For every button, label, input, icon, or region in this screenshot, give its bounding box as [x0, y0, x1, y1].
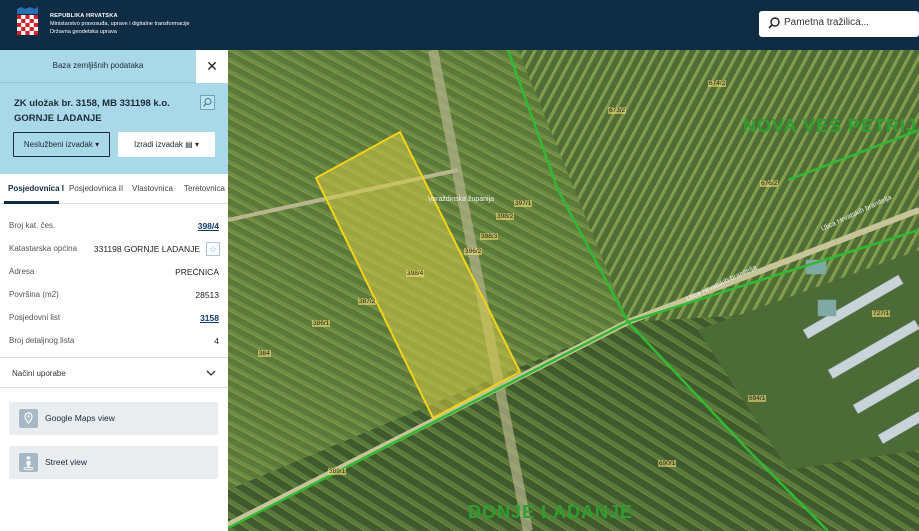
detail-key: Broj detaljnog lista: [9, 336, 75, 345]
parcel-label[interactable]: 694/1: [748, 395, 767, 402]
tab-posjedovnica-2[interactable]: Posjedovnica II: [69, 184, 123, 193]
usage-methods-accordion[interactable]: Načini uporabe: [0, 357, 228, 388]
unofficial-extract-label: Neslužbeni izvadak: [23, 140, 93, 149]
parcel-label[interactable]: 386/1: [312, 320, 331, 327]
parcel-info-panel: Baza zemljišnih podataka ✕ ZK uložak br.…: [0, 50, 228, 531]
caret-down-icon: ▾: [194, 140, 199, 149]
magnifier-icon: [203, 97, 212, 107]
close-button[interactable]: ✕: [196, 50, 228, 83]
close-icon: ✕: [206, 58, 218, 74]
cadastral-map[interactable]: Varaždinska županija Ulica Hrvatskih bra…: [228, 50, 919, 531]
create-extract-label: Izradi izvadak: [134, 140, 183, 149]
google-maps-view-button[interactable]: Google Maps view: [9, 402, 218, 435]
parcel-label[interactable]: 398/4: [406, 270, 425, 277]
detail-row-area: Površina (m2) 28513: [0, 285, 228, 307]
record-tabs: Posjedovnica I Posjedovnica II Vlastovni…: [0, 174, 228, 204]
detail-row-parcel-number: Broj kat. čes. 398/4: [0, 216, 228, 238]
detail-key: Posjedovni list: [9, 313, 61, 322]
parcel-label[interactable]: 673/2: [608, 107, 627, 114]
street-view-label: Street view: [45, 457, 88, 467]
org-line-1: REPUBLIKA HRVATSKA: [50, 13, 118, 19]
detail-row-possession-sheet: Posjedovni list 3158: [0, 308, 228, 330]
detail-value: PREĆNICA: [175, 267, 219, 277]
pegman-icon: [19, 453, 38, 472]
possession-sheet-link[interactable]: 3158: [200, 313, 219, 323]
org-line-2: Ministarstvo pravosuđa, uprave i digital…: [50, 21, 190, 27]
detail-key: Adresa: [9, 267, 35, 276]
favorite-star-icon[interactable]: ☆: [206, 242, 220, 256]
create-extract-dropdown[interactable]: Izradi izvadak ▤ ▾: [118, 132, 215, 157]
street-view-button[interactable]: Street view: [9, 446, 218, 479]
unofficial-extract-dropdown[interactable]: Neslužbeni izvadak ▾: [13, 132, 110, 157]
parcel-label[interactable]: 389/1: [328, 468, 347, 475]
panel-header: Baza zemljišnih podataka ✕ ZK uložak br.…: [0, 50, 228, 174]
accordion-label: Načini uporabe: [12, 369, 66, 378]
active-tab-indicator: [4, 201, 59, 204]
detail-value: 28513: [195, 290, 219, 300]
document-icon: ▤: [185, 140, 193, 149]
detail-row-cadastral-municipality: Katastarska općina 331198 GORNJE LADANJE…: [0, 239, 228, 261]
tab-teretovnica[interactable]: Teretovnica: [184, 184, 225, 193]
search-placeholder: Pametna tražilica...: [784, 17, 870, 28]
detail-key: Katastarska općina: [9, 244, 78, 253]
parcel-label[interactable]: 398/3: [480, 233, 499, 240]
parcel-label[interactable]: 690/1: [658, 460, 677, 467]
parcel-label[interactable]: 396/2: [464, 248, 483, 255]
parcel-label[interactable]: 674/2: [708, 80, 727, 87]
road-label-county: Varaždinska županija: [428, 196, 495, 203]
zoom-to-parcel-button[interactable]: [200, 95, 215, 110]
panel-title: Baza zemljišnih podataka: [52, 61, 144, 70]
parcel-label[interactable]: 397/1: [514, 200, 533, 207]
detail-key: Broj kat. čes.: [9, 221, 56, 230]
search-icon: [768, 17, 780, 29]
parcel-label[interactable]: 384: [258, 350, 271, 357]
organization-name: REPUBLIKA HRVATSKA Ministarstvo pravosuđ…: [50, 12, 190, 36]
google-maps-label: Google Maps view: [45, 413, 115, 423]
place-label-south: DONJE LADANJE: [468, 502, 634, 522]
parcel-label[interactable]: 676/2: [760, 180, 779, 187]
detail-value: 4: [214, 336, 219, 346]
parcel-label[interactable]: 387/2: [358, 298, 377, 305]
tab-posjedovnica-1[interactable]: Posjedovnica I: [8, 184, 64, 193]
croatian-coat-of-arms-logo: [17, 7, 38, 35]
top-header: REPUBLIKA HRVATSKA Ministarstvo pravosuđ…: [0, 0, 919, 50]
parcel-number-link[interactable]: 398/4: [198, 221, 219, 231]
map-pin-icon: [19, 409, 38, 428]
detail-row-detail-sheet: Broj detaljnog lista 4: [0, 331, 228, 353]
detail-key: Površina (m2): [9, 290, 59, 299]
caret-down-icon: ▾: [95, 140, 100, 149]
org-line-3: Državna geodetska uprava: [50, 29, 117, 35]
place-label-north: NOVA VES PETRIJANEČKA: [743, 116, 919, 136]
smart-search-input[interactable]: Pametna tražilica...: [759, 11, 919, 37]
detail-row-address: Adresa PREĆNICA: [0, 262, 228, 284]
panel-title-bar: Baza zemljišnih podataka ✕: [0, 50, 228, 83]
chevron-down-icon: [206, 370, 216, 376]
detail-value: 331198 GORNJE LADANJE: [93, 244, 200, 254]
land-registry-title: ZK uložak br. 3158, MB 331198 k.o. GORNJ…: [14, 98, 170, 124]
tab-vlastovnica[interactable]: Vlastovnica: [132, 184, 173, 193]
parcel-label[interactable]: 398/2: [496, 213, 515, 220]
parcel-label[interactable]: 727/1: [872, 310, 891, 317]
